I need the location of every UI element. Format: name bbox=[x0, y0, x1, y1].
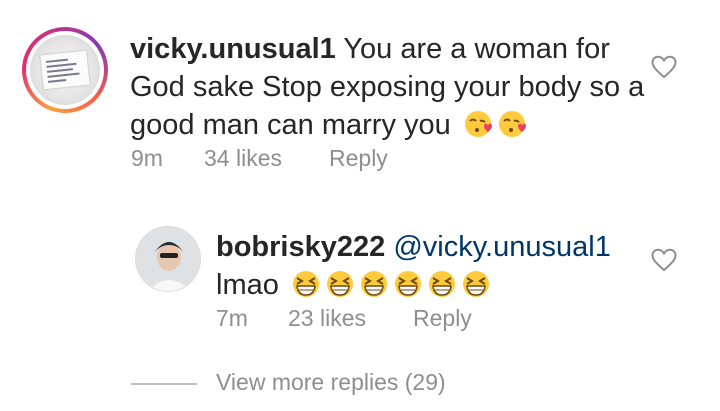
comment-reply-button[interactable]: Reply bbox=[329, 145, 388, 172]
reply-body: bobrisky222 @vicky.unusual1 lmao bbox=[216, 228, 636, 304]
comment-likes[interactable]: 34 likes bbox=[204, 145, 282, 172]
view-more-divider bbox=[131, 383, 197, 385]
reply-username[interactable]: bobrisky222 bbox=[216, 231, 385, 263]
kissing-face-with-heart-emoji bbox=[463, 109, 493, 139]
commenter-avatar-story-ring[interactable] bbox=[22, 27, 108, 113]
comment-username[interactable]: vicky.unusual1 bbox=[130, 33, 336, 65]
reply-mention[interactable]: @vicky.unusual1 bbox=[393, 231, 611, 263]
comment-body: vicky.unusual1 You are a woman for God s… bbox=[130, 30, 650, 144]
reply-text: lmao bbox=[216, 269, 279, 301]
grinning-squinting-face-emoji bbox=[427, 269, 457, 299]
kissing-face-with-heart-emoji bbox=[497, 109, 527, 139]
heart-outline-icon[interactable] bbox=[651, 248, 677, 272]
grinning-squinting-face-emoji bbox=[325, 269, 355, 299]
heart-outline-icon[interactable] bbox=[651, 55, 677, 79]
handwritten-note-image bbox=[40, 50, 90, 90]
grinning-squinting-face-emoji bbox=[291, 269, 321, 299]
comment-thread: vicky.unusual1 You are a woman for God s… bbox=[0, 0, 720, 411]
grinning-squinting-face-emoji bbox=[359, 269, 389, 299]
view-more-replies-button[interactable]: View more replies (29) bbox=[216, 369, 446, 396]
grinning-squinting-face-emoji bbox=[393, 269, 423, 299]
reply-likes[interactable]: 23 likes bbox=[288, 305, 366, 332]
reply-avatar[interactable] bbox=[135, 226, 201, 292]
reply-reply-button[interactable]: Reply bbox=[413, 305, 472, 332]
grinning-squinting-face-emoji bbox=[461, 269, 491, 299]
commenter-avatar bbox=[30, 35, 100, 105]
reply-time: 7m bbox=[216, 305, 248, 331]
comment-time: 9m bbox=[131, 145, 163, 171]
